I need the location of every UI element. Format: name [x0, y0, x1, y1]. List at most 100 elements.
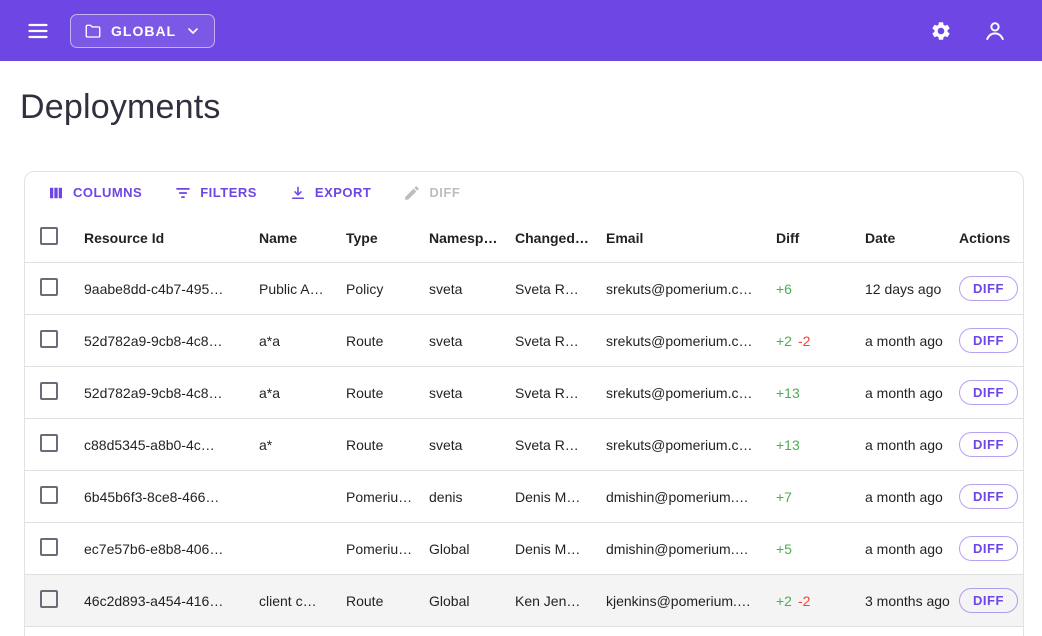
columns-button[interactable]: COLUMNS — [37, 178, 152, 208]
filters-button-label: FILTERS — [200, 185, 257, 200]
cell-diff: +13 — [776, 385, 865, 401]
column-header-type: Type — [346, 230, 429, 246]
cell-changed-by: Sveta R… — [515, 385, 606, 401]
cell-resource-id: 52d782a9-9cb8-4c8… — [84, 385, 259, 401]
download-icon — [289, 184, 307, 202]
table-header-row: Resource Id Name Type Namesp… Changed… E… — [25, 213, 1023, 263]
page-title: Deployments — [20, 87, 1042, 127]
cell-changed-by: Denis M… — [515, 541, 606, 557]
table-row[interactable]: c88d5345-a8b0-4c… a* Route sveta Sveta R… — [25, 419, 1023, 471]
cell-email: srekuts@pomerium.c… — [606, 437, 776, 453]
diff-button[interactable]: DIFF — [393, 178, 470, 208]
app-root: GLOBAL Deployments COLUMNS FILTERS EXPOR… — [0, 0, 1042, 636]
cell-type: Route — [346, 333, 429, 349]
row-checkbox[interactable] — [40, 486, 58, 504]
cell-resource-id: c88d5345-a8b0-4c… — [84, 437, 259, 453]
select-all-checkbox[interactable] — [40, 227, 58, 245]
cell-type: Policy — [346, 281, 429, 297]
cell-resource-id: 9aabe8dd-c4b7-495… — [84, 281, 259, 297]
table-row[interactable]: 46c2d893-a454-416… client c… Route Globa… — [25, 575, 1023, 627]
column-header-resource-id: Resource Id — [84, 230, 259, 246]
export-button[interactable]: EXPORT — [279, 178, 381, 208]
column-header-actions: Actions — [959, 230, 1024, 246]
cell-email: kjenkins@pomerium.… — [606, 593, 776, 609]
chevron-down-icon — [185, 23, 201, 39]
cell-name: a*a — [259, 333, 346, 349]
account-button[interactable] — [976, 12, 1014, 50]
column-header-diff: Diff — [776, 230, 865, 246]
diff-added: +13 — [776, 385, 800, 401]
cell-email: srekuts@pomerium.c… — [606, 333, 776, 349]
row-checkbox[interactable] — [40, 434, 58, 452]
namespace-selector[interactable]: GLOBAL — [70, 14, 215, 48]
settings-button[interactable] — [924, 14, 958, 48]
row-checkbox[interactable] — [40, 590, 58, 608]
diff-removed: -2 — [798, 333, 810, 349]
row-diff-button[interactable]: DIFF — [959, 536, 1018, 561]
table-row[interactable]: 9aabe8dd-c4b7-495… Public A… Policy svet… — [25, 263, 1023, 315]
cell-resource-id: 6b45b6f3-8ce8-466… — [84, 489, 259, 505]
cell-namespace: sveta — [429, 437, 515, 453]
diff-removed: -2 — [798, 593, 810, 609]
cell-type: Route — [346, 385, 429, 401]
cell-email: srekuts@pomerium.c… — [606, 385, 776, 401]
row-diff-button[interactable]: DIFF — [959, 328, 1018, 353]
cell-namespace: sveta — [429, 333, 515, 349]
cell-diff: +2 -2 — [776, 593, 865, 609]
cell-resource-id: 46c2d893-a454-416… — [84, 593, 259, 609]
cell-date: 3 months ago — [865, 593, 959, 609]
row-diff-button[interactable]: DIFF — [959, 432, 1018, 457]
row-diff-button[interactable]: DIFF — [959, 484, 1018, 509]
cell-namespace: denis — [429, 489, 515, 505]
table-toolbar: COLUMNS FILTERS EXPORT DIFF — [25, 172, 1023, 213]
menu-button[interactable] — [20, 13, 56, 49]
table-row[interactable]: 52d782a9-9cb8-4c8… a*a Route sveta Sveta… — [25, 367, 1023, 419]
diff-added: +2 — [776, 333, 792, 349]
cell-resource-id: ec7e57b6-e8b8-406… — [84, 541, 259, 557]
cell-date: a month ago — [865, 437, 959, 453]
diff-added: +2 — [776, 593, 792, 609]
cell-email: srekuts@pomerium.c… — [606, 281, 776, 297]
edit-pencil-icon — [403, 184, 421, 202]
cell-date: 12 days ago — [865, 281, 959, 297]
namespace-label: GLOBAL — [111, 23, 176, 39]
diff-added: +7 — [776, 489, 792, 505]
row-diff-button[interactable]: DIFF — [959, 380, 1018, 405]
gear-icon — [930, 20, 952, 42]
table-row[interactable]: 6b45b6f3-8ce8-466… Pomeriu… denis Denis … — [25, 471, 1023, 523]
diff-added: +6 — [776, 281, 792, 297]
cell-changed-by: Denis M… — [515, 489, 606, 505]
cell-changed-by: Sveta R… — [515, 333, 606, 349]
column-header-name: Name — [259, 230, 346, 246]
column-header-namespace: Namesp… — [429, 230, 515, 246]
row-diff-button[interactable]: DIFF — [959, 588, 1018, 613]
cell-diff: +7 — [776, 489, 865, 505]
table-row[interactable]: 52d782a9-9cb8-4c8… a*a Route sveta Sveta… — [25, 315, 1023, 367]
filter-list-icon — [174, 184, 192, 202]
row-checkbox[interactable] — [40, 330, 58, 348]
diff-added: +5 — [776, 541, 792, 557]
cell-date: a month ago — [865, 541, 959, 557]
cell-namespace: Global — [429, 593, 515, 609]
row-checkbox[interactable] — [40, 278, 58, 296]
filters-button[interactable]: FILTERS — [164, 178, 267, 208]
cell-name: a* — [259, 437, 346, 453]
cell-namespace: sveta — [429, 281, 515, 297]
cell-changed-by: Sveta R… — [515, 437, 606, 453]
cell-resource-id: 52d782a9-9cb8-4c8… — [84, 333, 259, 349]
cell-diff: +13 — [776, 437, 865, 453]
cell-type: Route — [346, 593, 429, 609]
column-header-email: Email — [606, 230, 776, 246]
diff-added: +13 — [776, 437, 800, 453]
cell-name: Public A… — [259, 281, 346, 297]
table-row[interactable]: ec7e57b6-e8b8-406… Pomeriu… Global Denis… — [25, 523, 1023, 575]
cell-type: Pomeriu… — [346, 541, 429, 557]
cell-changed-by: Sveta R… — [515, 281, 606, 297]
cell-diff: +2 -2 — [776, 333, 865, 349]
hamburger-icon — [26, 19, 50, 43]
row-checkbox[interactable] — [40, 382, 58, 400]
cell-name: client c… — [259, 593, 346, 609]
diff-button-label: DIFF — [429, 185, 460, 200]
row-checkbox[interactable] — [40, 538, 58, 556]
row-diff-button[interactable]: DIFF — [959, 276, 1018, 301]
